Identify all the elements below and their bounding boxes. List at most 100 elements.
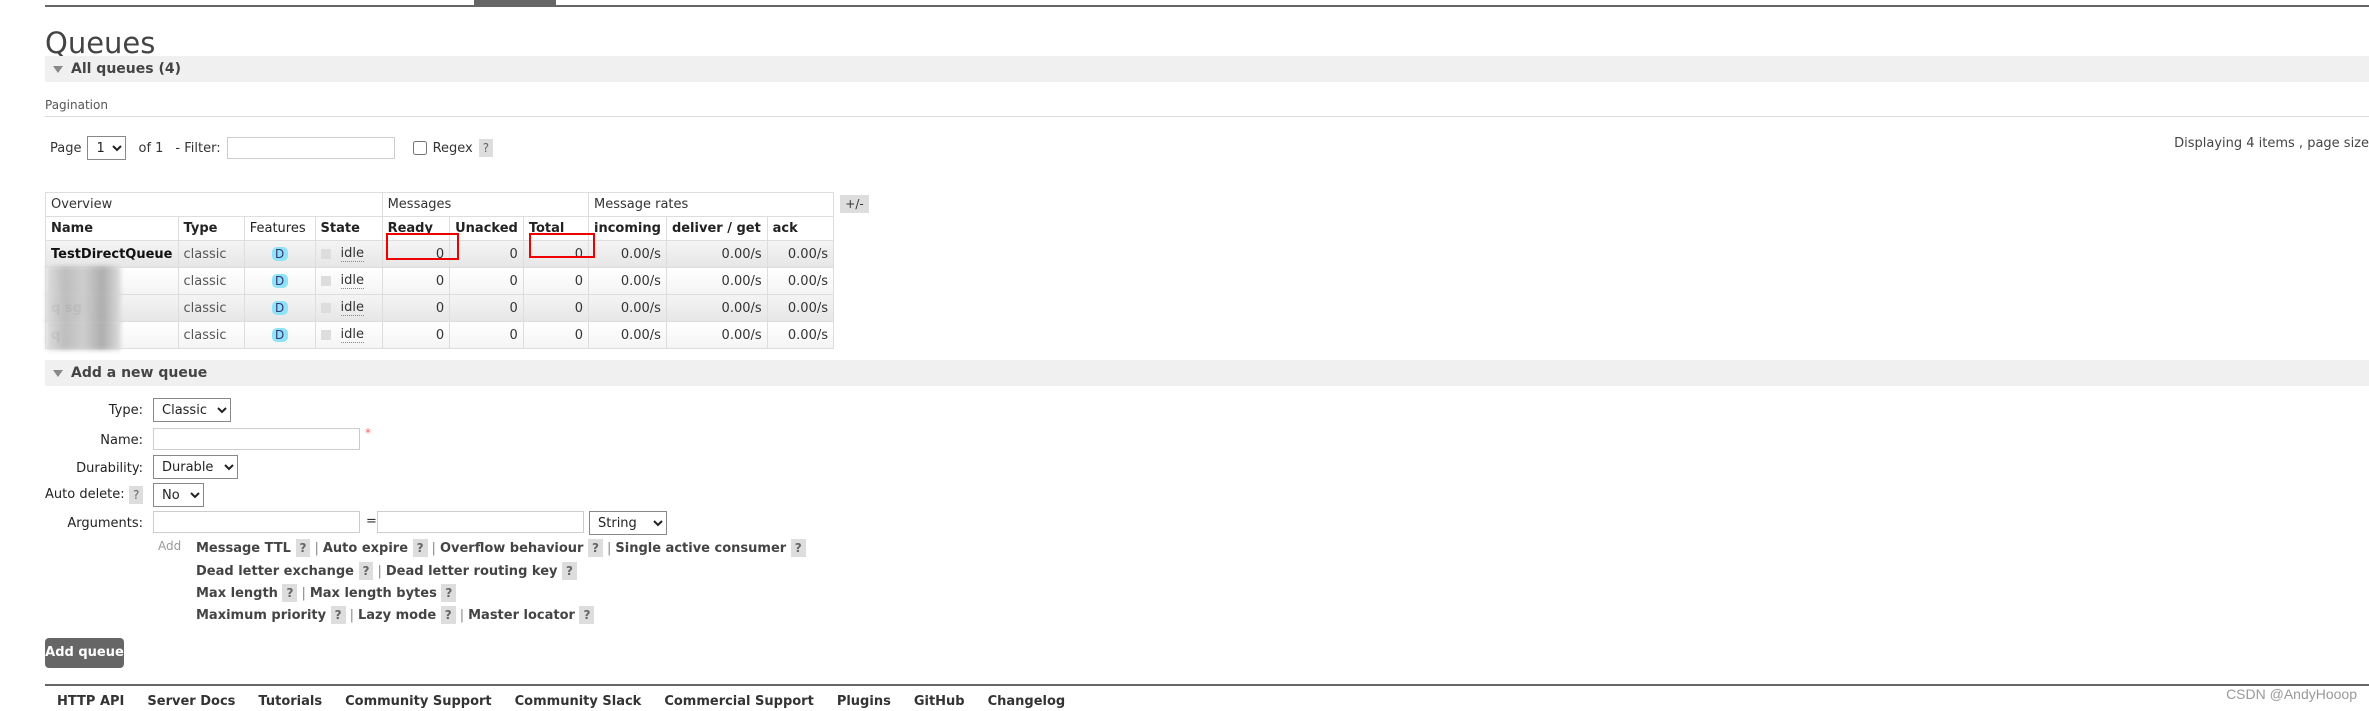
- help-icon[interactable]: ?: [441, 584, 457, 602]
- argument-shortcuts-row: Dead letter exchange ? | Dead letter routi…: [196, 562, 577, 580]
- state-cell: idle: [314, 267, 383, 295]
- features-cell: D: [243, 267, 316, 295]
- queue-name-link[interactable]: q: [45, 320, 179, 350]
- help-icon[interactable]: ?: [562, 562, 577, 580]
- ack-rate: 0.00/s: [766, 321, 835, 349]
- ack-rate: 0.00/s: [766, 294, 835, 322]
- deliver-get-rate: 0.00/s: [665, 294, 768, 322]
- help-icon[interactable]: ?: [790, 539, 806, 557]
- page-select[interactable]: 1: [87, 136, 127, 160]
- group-messages: Messages: [381, 192, 590, 217]
- durable-badge: D: [271, 246, 288, 261]
- col-name[interactable]: Name: [45, 216, 179, 241]
- table-row[interactable]: q sg classic D idle 0 0 0 0.00/s 0.00/s …: [45, 293, 835, 323]
- argument-link[interactable]: Master locator: [468, 608, 575, 623]
- argument-link[interactable]: Auto expire: [323, 541, 408, 556]
- regex-checkbox[interactable]: [412, 141, 427, 155]
- all-queues-label: All queues (4): [71, 61, 181, 77]
- name-input[interactable]: [153, 428, 360, 450]
- footer-link[interactable]: HTTP API: [57, 694, 124, 709]
- argument-link[interactable]: Max length: [196, 586, 278, 601]
- durability-select[interactable]: Durable: [153, 455, 238, 479]
- incoming-rate: 0.00/s: [588, 240, 667, 268]
- highlight-total: [529, 233, 595, 258]
- active-nav-tab[interactable]: [474, 0, 556, 7]
- table-row[interactable]: q classic D idle 0 0 0 0.00/s 0.00/s 0.0…: [45, 320, 835, 350]
- features-cell: D: [243, 294, 316, 322]
- ready-count: 0: [381, 267, 451, 295]
- footer-link[interactable]: Server Docs: [147, 694, 235, 709]
- ack-rate: 0.00/s: [766, 240, 835, 268]
- col-type[interactable]: Type: [177, 216, 245, 241]
- auto-delete-select[interactable]: No: [153, 483, 204, 507]
- col-ack[interactable]: ack: [766, 216, 835, 241]
- footer-link[interactable]: Tutorials: [258, 694, 322, 709]
- help-icon[interactable]: ?: [440, 606, 456, 624]
- separator: |: [377, 564, 382, 579]
- state-label: idle: [340, 272, 364, 289]
- footer-link[interactable]: GitHub: [914, 694, 965, 709]
- watermark: CSDN @AndyHooop: [2226, 686, 2357, 702]
- state-label: idle: [340, 299, 364, 316]
- argument-link[interactable]: Dead letter routing key: [386, 564, 558, 579]
- col-features: Features: [243, 216, 316, 241]
- all-queues-toggle[interactable]: All queues (4): [45, 56, 2369, 82]
- help-icon[interactable]: ?: [412, 539, 428, 557]
- column-toggle-button[interactable]: +/-: [840, 195, 869, 213]
- argument-value-input[interactable]: [377, 511, 584, 533]
- unacked-count: 0: [449, 294, 524, 322]
- features-cell: D: [243, 321, 316, 349]
- queue-name-link[interactable]: q sg: [45, 293, 179, 323]
- separator: |: [431, 541, 436, 556]
- col-incoming[interactable]: incoming: [588, 216, 667, 241]
- collapse-triangle-icon: [53, 369, 63, 377]
- pagination-controls: Page 1 of 1 - Filter: Regex ?: [50, 136, 494, 160]
- arguments-label: Arguments:: [67, 516, 143, 531]
- state-indicator-icon: [320, 275, 331, 286]
- group-overview: Overview: [45, 192, 383, 217]
- argument-link[interactable]: Max length bytes: [310, 586, 437, 601]
- regex-help-icon[interactable]: ?: [478, 139, 494, 157]
- help-icon[interactable]: ?: [579, 606, 595, 624]
- required-mark: *: [365, 426, 371, 440]
- help-icon[interactable]: ?: [358, 562, 374, 580]
- footer-link[interactable]: Commercial Support: [664, 694, 814, 709]
- argument-link[interactable]: Lazy mode: [358, 608, 436, 623]
- argument-link[interactable]: Single active consumer: [615, 541, 786, 556]
- col-deliver-get[interactable]: deliver / get: [665, 216, 768, 241]
- argument-link[interactable]: Overflow behaviour: [440, 541, 584, 556]
- auto-delete-label: Auto delete:: [45, 487, 125, 502]
- help-icon[interactable]: ?: [588, 539, 603, 557]
- state-label: idle: [340, 326, 364, 343]
- argument-link[interactable]: Message TTL: [196, 541, 291, 556]
- footer-link[interactable]: Community Support: [345, 694, 492, 709]
- argument-link[interactable]: Dead letter exchange: [196, 564, 354, 579]
- table-row[interactable]: classic D idle 0 0 0 0.00/s 0.00/s 0.00/…: [45, 266, 835, 296]
- filter-input[interactable]: [226, 137, 395, 159]
- group-message-rates: Message rates: [588, 192, 834, 217]
- durable-badge: D: [271, 273, 288, 288]
- argument-key-input[interactable]: [153, 511, 360, 533]
- footer-link[interactable]: Plugins: [837, 694, 891, 709]
- type-select[interactable]: Classic: [153, 398, 231, 422]
- footer-link[interactable]: Community Slack: [515, 694, 642, 709]
- footer-link[interactable]: Changelog: [988, 694, 1066, 709]
- add-queue-toggle[interactable]: Add a new queue: [45, 360, 2369, 386]
- top-nav-line: [45, 5, 2369, 7]
- durability-label: Durability:: [76, 461, 143, 476]
- add-queue-button[interactable]: Add queue: [45, 638, 124, 668]
- queue-name-link[interactable]: TestDirectQueue: [45, 240, 179, 268]
- deliver-get-rate: 0.00/s: [665, 321, 768, 349]
- help-icon[interactable]: ?: [282, 584, 298, 602]
- help-icon[interactable]: ?: [330, 606, 346, 624]
- incoming-rate: 0.00/s: [588, 267, 667, 295]
- features-cell: D: [243, 240, 316, 268]
- auto-delete-help-icon[interactable]: ?: [129, 486, 144, 504]
- col-state[interactable]: State: [314, 216, 383, 241]
- help-icon[interactable]: ?: [295, 539, 311, 557]
- argument-link[interactable]: Maximum priority: [196, 608, 326, 623]
- argument-type-select[interactable]: String: [589, 511, 667, 535]
- page-title: Queues: [45, 26, 156, 60]
- col-unacked[interactable]: Unacked: [449, 216, 524, 241]
- queue-name-link[interactable]: [45, 266, 179, 296]
